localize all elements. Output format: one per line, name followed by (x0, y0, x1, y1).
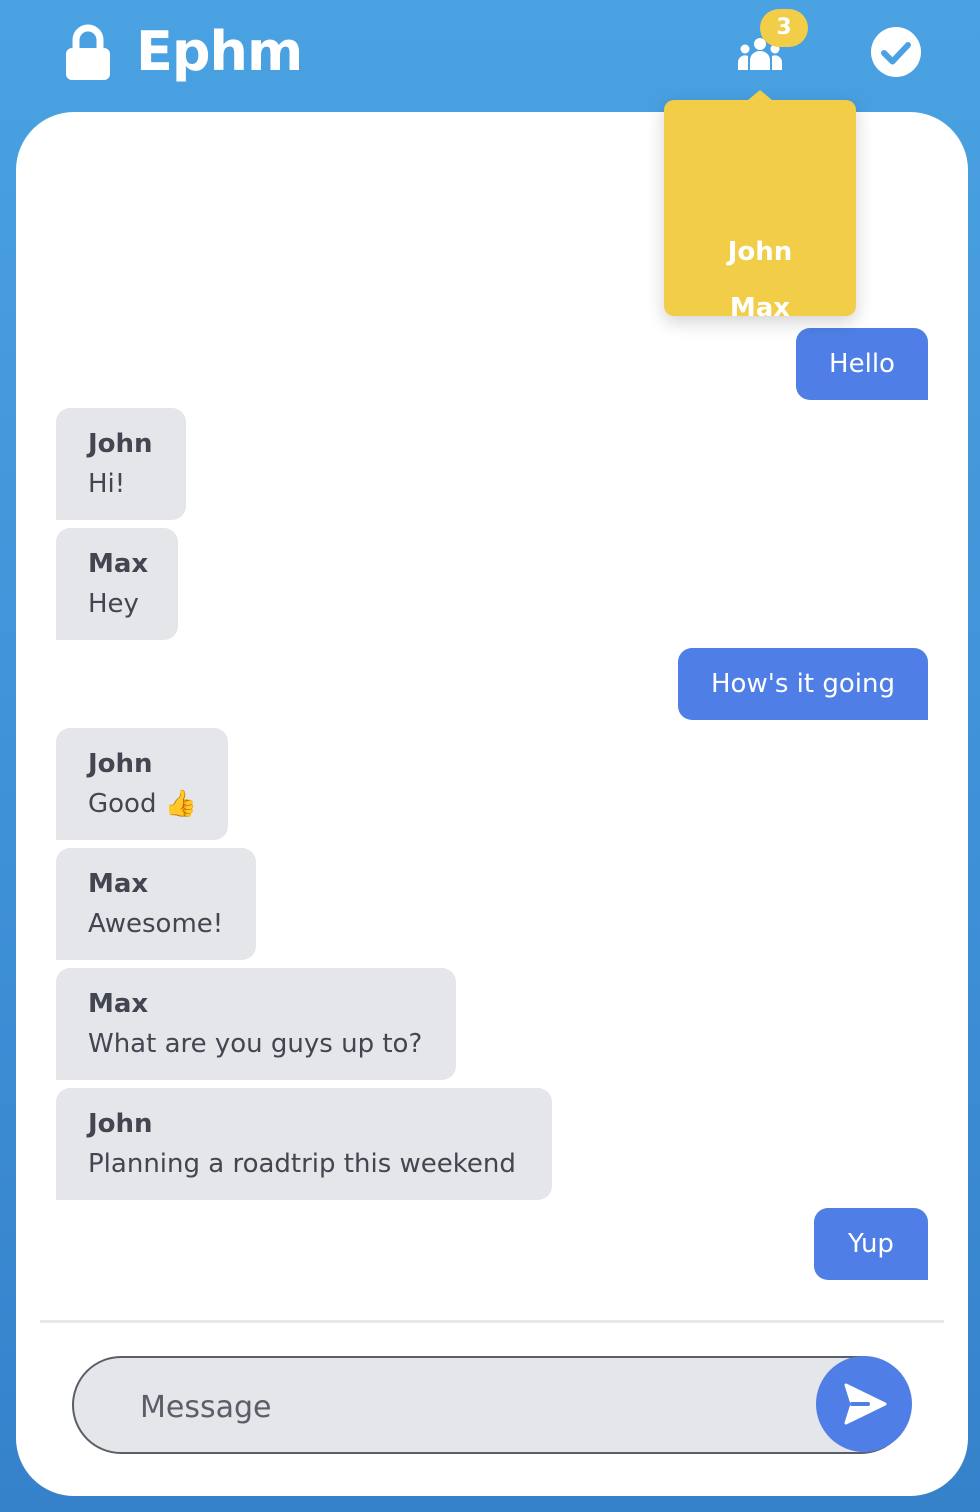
check-circle-icon (871, 27, 921, 77)
send-button[interactable] (816, 1356, 912, 1452)
sent-message: Yup (814, 1208, 928, 1280)
message-text: Hey (88, 589, 139, 619)
composer-divider (40, 1320, 944, 1323)
sent-message: How's it going (678, 648, 928, 720)
confirm-button[interactable] (870, 26, 922, 78)
send-icon (844, 1383, 887, 1425)
member-item[interactable]: John (664, 232, 856, 272)
message-sender: Max (88, 989, 149, 1019)
member-count-badge: 3 (760, 9, 808, 47)
message-text: Good 👍 (88, 789, 198, 819)
message-sender: Max (88, 549, 149, 579)
brand: Ephm (64, 20, 303, 83)
received-message: Max Awesome! (56, 848, 256, 960)
received-message: John Good 👍 (56, 728, 228, 840)
top-bar: Ephm 3 (0, 0, 980, 110)
app-title: Ephm (136, 20, 303, 83)
lock-icon (64, 24, 112, 80)
message-text: Planning a roadtrip this weekend (88, 1149, 516, 1179)
received-message: John Planning a roadtrip this weekend (56, 1088, 552, 1200)
message-sender: John (88, 1109, 153, 1139)
message-text: Awesome! (88, 909, 224, 939)
message-sender: Max (88, 869, 149, 899)
received-message: Max What are you guys up to? (56, 968, 456, 1080)
member-item[interactable]: Rami (664, 344, 856, 384)
received-message: Max Hey (56, 528, 178, 640)
message-text: What are you guys up to? (88, 1029, 423, 1059)
message-text: Hi! (88, 469, 126, 499)
message-sender: John (88, 429, 153, 459)
message-sender: John (88, 749, 153, 779)
message-composer (72, 1356, 910, 1454)
message-input[interactable] (138, 1378, 802, 1436)
members-popover: John Max Rami (664, 90, 856, 379)
received-message: John Hi! (56, 408, 186, 520)
member-item[interactable]: Max (664, 288, 856, 328)
